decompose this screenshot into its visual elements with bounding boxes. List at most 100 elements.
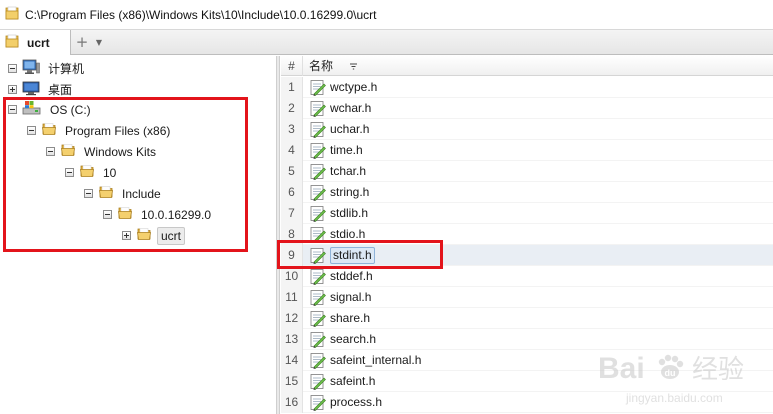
row-number: 7 — [281, 203, 303, 224]
list-header: # 名称 — [281, 56, 773, 76]
file-name[interactable]: safeint.h — [330, 371, 375, 392]
header-file-icon — [309, 205, 326, 225]
tree-node[interactable]: 10.0.16299.0 — [103, 205, 214, 224]
file-name[interactable]: stddef.h — [330, 266, 373, 287]
collapse-minus-icon[interactable] — [8, 105, 17, 114]
tree-node-label[interactable]: 桌面 — [45, 80, 75, 99]
collapse-minus-icon[interactable] — [65, 168, 74, 177]
header-file-icon — [309, 79, 326, 99]
header-file-icon — [309, 268, 326, 288]
collapse-minus-icon[interactable] — [46, 147, 55, 156]
header-file-icon — [309, 226, 326, 246]
tree-node[interactable]: Program Files (x86) — [27, 121, 173, 140]
column-header-name[interactable]: 名称 — [309, 56, 333, 76]
add-tab-button[interactable]: + — [75, 32, 89, 52]
file-row[interactable]: 12 share.h — [281, 308, 773, 329]
pane-splitter[interactable] — [277, 56, 280, 414]
tree-node-label[interactable]: Program Files (x86) — [62, 123, 173, 139]
row-number: 2 — [281, 98, 303, 119]
column-header-number[interactable]: # — [281, 56, 303, 76]
paw-icon: du — [658, 354, 684, 379]
folder-icon — [136, 226, 152, 245]
file-row[interactable]: 4 time.h — [281, 140, 773, 161]
header-file-icon — [309, 289, 326, 309]
collapse-minus-icon[interactable] — [27, 126, 36, 135]
tree-node-label[interactable]: OS (C:) — [47, 102, 94, 118]
file-row[interactable]: 2 wchar.h — [281, 98, 773, 119]
tab-menu-chevron-down-icon[interactable]: ▼ — [92, 34, 106, 52]
tree-node-label[interactable]: ucrt — [157, 226, 186, 245]
tree-node[interactable]: Include — [84, 184, 164, 203]
header-file-icon — [309, 352, 326, 372]
file-row[interactable]: 7 stdlib.h — [281, 203, 773, 224]
folder-icon — [5, 6, 19, 23]
watermark-paw-text: du — [665, 368, 676, 378]
row-number: 8 — [281, 224, 303, 245]
file-name[interactable]: process.h — [330, 392, 382, 413]
row-number: 5 — [281, 161, 303, 182]
file-row[interactable]: 10 stddef.h — [281, 266, 773, 287]
row-number: 3 — [281, 119, 303, 140]
row-number: 12 — [281, 308, 303, 329]
file-row[interactable]: 3 uchar.h — [281, 119, 773, 140]
row-number: 10 — [281, 266, 303, 287]
file-name[interactable]: signal.h — [330, 287, 371, 308]
tree-node-label[interactable]: Include — [119, 186, 164, 202]
row-number: 4 — [281, 140, 303, 161]
tree-node[interactable]: 桌面 — [8, 80, 75, 99]
header-file-icon — [309, 184, 326, 204]
header-file-icon — [309, 121, 326, 141]
file-name[interactable]: uchar.h — [330, 119, 369, 140]
file-row[interactable]: 5 tchar.h — [281, 161, 773, 182]
desktop-icon — [22, 80, 40, 99]
tab-ucrt[interactable]: ucrt — [0, 30, 71, 55]
tree-node[interactable]: OS (C:) — [8, 100, 94, 119]
collapse-minus-icon[interactable] — [8, 64, 17, 73]
filter-icon[interactable] — [349, 56, 358, 76]
tree-node-label[interactable]: 计算机 — [45, 59, 87, 78]
collapse-minus-icon[interactable] — [103, 210, 112, 219]
address-bar[interactable]: C:\Program Files (x86)\Windows Kits\10\I… — [0, 0, 773, 30]
tree-node[interactable]: 计算机 — [8, 59, 87, 78]
folder-icon — [5, 34, 19, 51]
row-number: 16 — [281, 392, 303, 413]
file-name[interactable]: stdlib.h — [330, 203, 368, 224]
file-name[interactable]: stdint.h — [330, 247, 375, 264]
file-name[interactable]: stdio.h — [330, 224, 365, 245]
header-file-icon — [309, 394, 326, 414]
tree-node[interactable]: ucrt — [122, 226, 186, 245]
file-name[interactable]: wctype.h — [330, 77, 377, 98]
file-row[interactable]: 11 signal.h — [281, 287, 773, 308]
folder-tree[interactable]: 计算机桌面 OS (C:) Program Files (x86) Windows K… — [0, 56, 277, 414]
watermark-brand: Bai — [598, 352, 645, 385]
file-row[interactable]: 9 stdint.h — [281, 245, 773, 266]
tree-node[interactable]: Windows Kits — [46, 142, 159, 161]
tree-node-label[interactable]: Windows Kits — [81, 144, 159, 160]
header-file-icon — [309, 142, 326, 162]
expand-plus-icon[interactable] — [122, 231, 131, 240]
file-name[interactable]: safeint_internal.h — [330, 350, 421, 371]
file-name[interactable]: share.h — [330, 308, 370, 329]
tree-node-label[interactable]: 10 — [100, 165, 119, 181]
folder-icon — [117, 205, 133, 224]
file-name[interactable]: string.h — [330, 182, 369, 203]
row-number: 11 — [281, 287, 303, 308]
expand-plus-icon[interactable] — [8, 85, 17, 94]
address-path[interactable]: C:\Program Files (x86)\Windows Kits\10\I… — [25, 8, 377, 22]
tree-node[interactable]: 10 — [65, 163, 119, 182]
file-name[interactable]: time.h — [330, 140, 363, 161]
file-name[interactable]: search.h — [330, 329, 376, 350]
watermark-url: jingyan.baidu.com — [625, 391, 723, 405]
file-row[interactable]: 8 stdio.h — [281, 224, 773, 245]
row-number: 13 — [281, 329, 303, 350]
watermark-suffix: 经验 — [692, 355, 744, 385]
file-name[interactable]: tchar.h — [330, 161, 366, 182]
file-name[interactable]: wchar.h — [330, 98, 371, 119]
collapse-minus-icon[interactable] — [84, 189, 93, 198]
tree-node-label[interactable]: 10.0.16299.0 — [138, 207, 214, 223]
header-file-icon — [309, 163, 326, 183]
header-file-icon — [309, 373, 326, 393]
file-row[interactable]: 6 string.h — [281, 182, 773, 203]
row-number: 15 — [281, 371, 303, 392]
file-row[interactable]: 1 wctype.h — [281, 77, 773, 98]
